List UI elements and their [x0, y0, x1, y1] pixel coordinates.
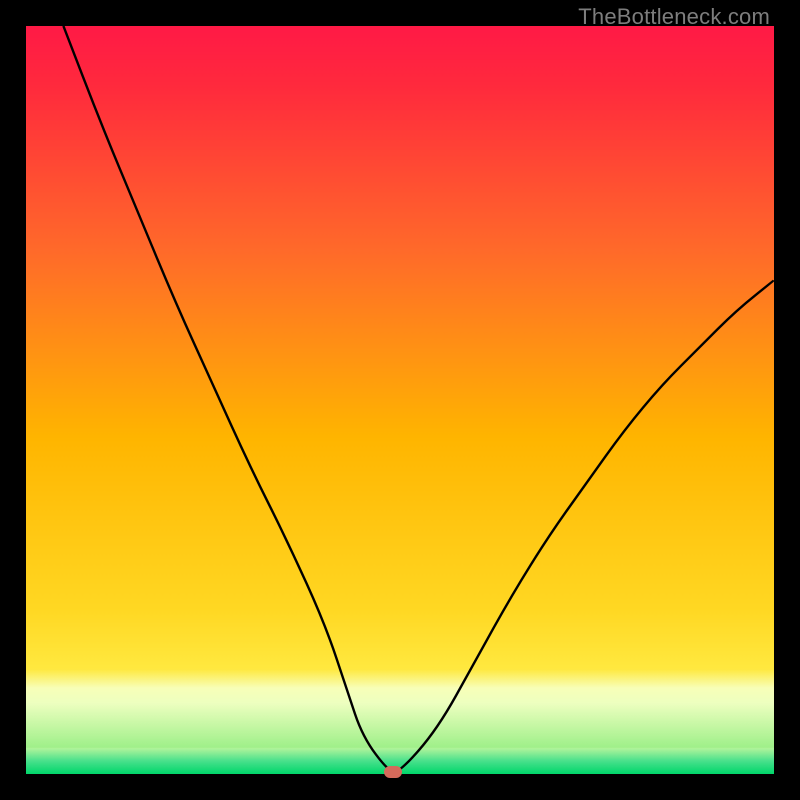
chart-frame [26, 26, 774, 774]
watermark-text: TheBottleneck.com [578, 4, 770, 30]
gradient-background [26, 26, 774, 774]
